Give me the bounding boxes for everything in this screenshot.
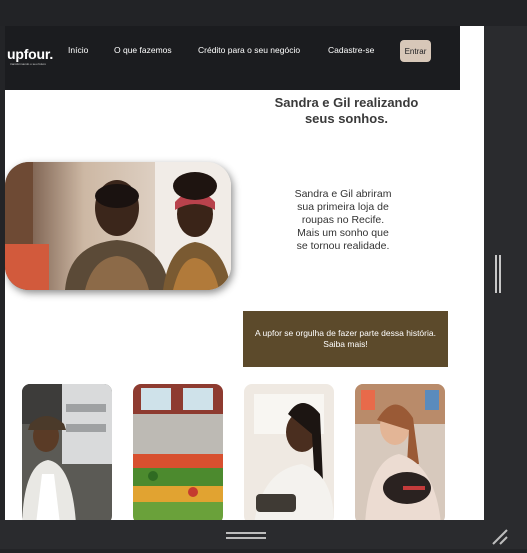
horizontal-handle-icon[interactable]	[226, 532, 266, 540]
scrollbar-handle-icon[interactable]	[495, 255, 501, 293]
nav-link-credito[interactable]: Crédito para o seu negócio	[198, 45, 300, 55]
cta-line-2: Saiba mais!	[323, 339, 368, 349]
hero-title-line-2: seus sonhos.	[304, 111, 389, 126]
web-page: upfour. transformando o seu futuro Iníci…	[5, 26, 484, 520]
story-text: Sandra e Gil abriram sua primeira loja d…	[283, 188, 403, 253]
couple-photo	[5, 162, 231, 290]
story-line-5: se tornou realidade.	[296, 240, 390, 252]
resize-corner-icon[interactable]	[489, 526, 511, 548]
brand-logo[interactable]: upfour. transformando o seu futuro	[5, 46, 65, 68]
brand-tagline: transformando o seu futuro	[10, 62, 47, 66]
story-line-3: roupas no Recife.	[301, 214, 385, 226]
photo-card-chef[interactable]	[22, 384, 112, 520]
photo-card-pet[interactable]	[355, 384, 445, 520]
hero-title-line-1: Sandra e Gil realizando	[274, 95, 419, 110]
window-top-bar	[0, 0, 527, 26]
login-button[interactable]: Entrar	[400, 40, 431, 62]
saiba-mais-button[interactable]: A upfor se orgulha de fazer parte dessa …	[243, 311, 448, 367]
nav-link-cadastre-se[interactable]: Cadastre-se	[328, 45, 374, 55]
nav-link-inicio[interactable]: Início	[68, 45, 88, 55]
story-line-4: Mais um sonho que	[297, 227, 389, 239]
hero-title: Sandra e Gil realizando seus sonhos.	[255, 95, 438, 127]
story-line-1: Sandra e Gil abriram	[294, 188, 392, 200]
nav-link-o-que-fazemos[interactable]: O que fazemos	[114, 45, 172, 55]
photo-card-artisan[interactable]	[244, 384, 334, 520]
cta-line-1: A upfor se orgulha de fazer parte dessa …	[255, 328, 436, 338]
photo-card-market[interactable]	[133, 384, 223, 520]
brand-name: upfour.	[7, 46, 54, 62]
story-line-2: sua primeira loja de	[297, 201, 389, 213]
navbar: upfour. transformando o seu futuro Iníci…	[5, 26, 460, 90]
vertical-scrollbar[interactable]	[484, 26, 527, 520]
